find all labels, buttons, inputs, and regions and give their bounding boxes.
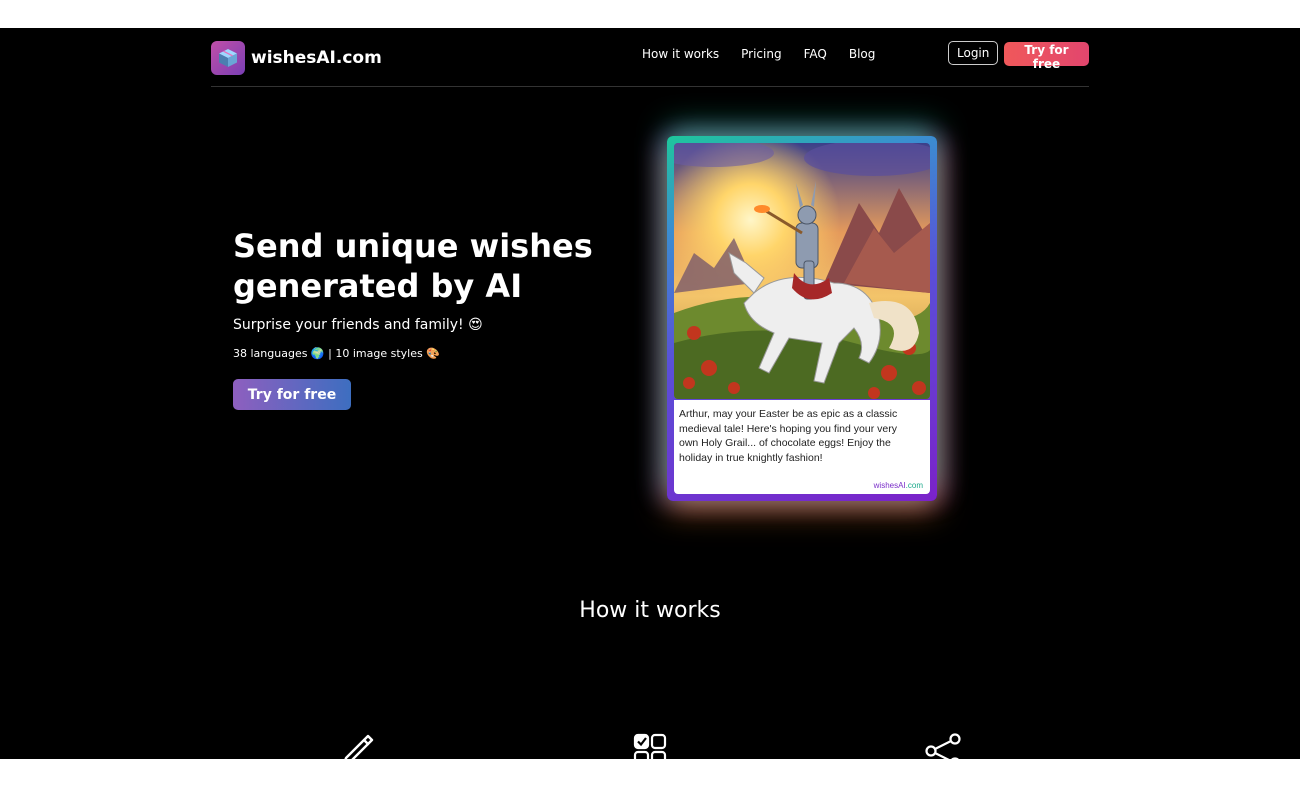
card-message: Arthur, may your Easter be as epic as a … <box>679 408 898 464</box>
knight-on-horse-illustration <box>674 143 930 399</box>
example-wish-card: Arthur, may your Easter be as epic as a … <box>667 136 937 501</box>
card-message-panel: Arthur, may your Easter be as epic as a … <box>674 400 930 494</box>
top-navigation: wishesAI.com How it works Pricing FAQ Bl… <box>211 28 1089 87</box>
brand-name: wishesAI.com <box>251 48 382 68</box>
brand-logo-link[interactable]: wishesAI.com <box>211 41 382 75</box>
nav-link-how-it-works[interactable]: How it works <box>642 47 719 61</box>
cube-logo-icon <box>211 41 245 75</box>
hero-title: Send unique wishes generated by AI <box>233 227 593 305</box>
pencil-icon <box>340 732 376 759</box>
how-it-works-title: How it works <box>579 598 721 623</box>
nav-links: How it works Pricing FAQ Blog <box>642 47 897 61</box>
card-watermark-tld: .com <box>905 481 923 490</box>
nav-link-faq[interactable]: FAQ <box>804 47 827 61</box>
nav-link-pricing[interactable]: Pricing <box>741 47 781 61</box>
card-watermark: wishesAI.com <box>874 481 923 490</box>
login-button[interactable]: Login <box>948 41 999 65</box>
nav-link-blog[interactable]: Blog <box>849 47 876 61</box>
page-viewport: wishesAI.com How it works Pricing FAQ Bl… <box>0 28 1300 759</box>
card-watermark-name: wishesAI <box>873 481 906 490</box>
grid-select-icon <box>632 732 668 759</box>
nav-try-for-free-button[interactable]: Try for free <box>1004 42 1089 71</box>
share-icon <box>924 732 962 759</box>
hero-subtitle: Surprise your friends and family! 😍 <box>233 317 483 333</box>
hero-features: 38 languages 🌍 | 10 image styles 🎨 <box>233 347 440 360</box>
hero-try-for-free-button[interactable]: Try for free <box>233 379 351 410</box>
